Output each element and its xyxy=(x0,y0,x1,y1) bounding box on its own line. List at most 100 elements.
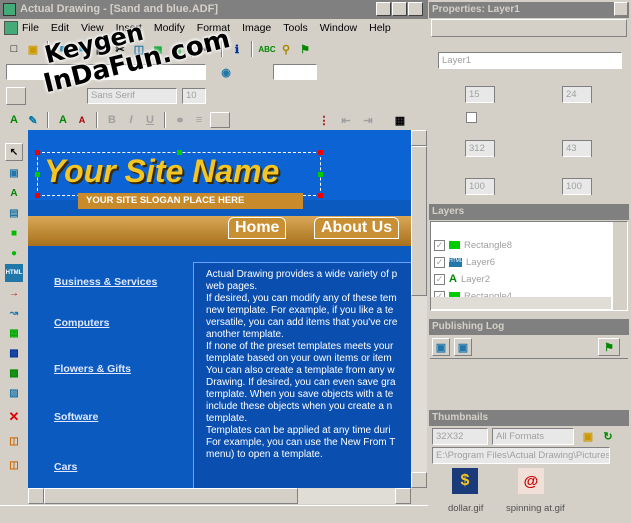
layer-row[interactable]: ✓ HTML Layer6 xyxy=(434,254,495,270)
menu-file[interactable]: File xyxy=(22,22,39,34)
visibility-checkbox[interactable]: ✓ xyxy=(434,239,445,251)
resize-handle[interactable] xyxy=(35,172,40,177)
spellcheck-icon[interactable]: ABC xyxy=(258,41,275,57)
underline-icon[interactable]: U xyxy=(142,112,158,128)
scroll-thumb-h[interactable] xyxy=(44,488,298,504)
menu-image[interactable]: Image xyxy=(242,22,271,34)
height-spinner[interactable] xyxy=(591,140,604,157)
polyline-tool-icon[interactable]: ↝ xyxy=(5,304,23,322)
thumb-format-combo[interactable]: All Formats xyxy=(492,428,574,445)
publish-icon[interactable]: ▣ xyxy=(432,338,450,356)
publish-icon[interactable]: ⚑ xyxy=(297,41,313,57)
link-business[interactable]: Business & Services xyxy=(54,276,157,288)
width-spinner[interactable] xyxy=(494,140,507,157)
layer-row[interactable]: ✓ Rectangle8 xyxy=(434,237,512,253)
thumb-path-field[interactable]: E:\Program Files\Actual Drawing\Pictures xyxy=(432,447,610,464)
menu-window[interactable]: Window xyxy=(320,22,357,34)
shrink-font-icon[interactable]: A xyxy=(74,112,90,128)
link-icon[interactable]: ⚭ xyxy=(172,112,188,128)
resize-handle[interactable] xyxy=(318,172,323,177)
font-icon[interactable] xyxy=(6,87,26,105)
publish-all-icon[interactable]: ▣ xyxy=(454,338,472,356)
indent-icon[interactable]: ⇥ xyxy=(360,112,376,128)
form-tool-icon[interactable]: ▩ xyxy=(5,364,23,382)
menu-edit[interactable]: Edit xyxy=(51,22,69,34)
text-tool-icon[interactable]: A xyxy=(5,184,23,202)
layer-row[interactable]: ✓ A Layer2 xyxy=(434,271,490,287)
nav-tab-about[interactable]: About Us xyxy=(314,217,400,239)
link-software[interactable]: Software xyxy=(54,411,98,423)
delete-tool-icon[interactable]: ✕ xyxy=(5,408,23,426)
color-swatch[interactable] xyxy=(210,112,230,128)
table-icon[interactable]: ▦ xyxy=(392,112,408,128)
spinning-at-thumbnail-icon[interactable]: @ xyxy=(518,468,544,494)
scroll-down-button[interactable] xyxy=(411,472,427,488)
align-icon[interactable]: ≡ xyxy=(191,112,207,128)
size-field[interactable] xyxy=(273,64,317,80)
top-spinner[interactable] xyxy=(591,86,604,103)
resize-handle[interactable] xyxy=(318,150,323,155)
outdent-icon[interactable]: ⇤ xyxy=(338,112,354,128)
layer-name-field[interactable]: Layer1 xyxy=(438,52,622,69)
horizontal-scrollbar[interactable] xyxy=(28,488,411,504)
resize-handle[interactable] xyxy=(318,193,323,198)
new-icon[interactable]: □ xyxy=(6,41,22,57)
scroll-up-button[interactable] xyxy=(411,130,427,146)
minimize-button[interactable] xyxy=(376,2,391,16)
close-button[interactable] xyxy=(408,2,423,16)
link-computers[interactable]: Computers xyxy=(54,317,109,329)
site-slogan[interactable]: YOUR SITE SLOGAN PLACE HERE xyxy=(78,193,303,209)
maximize-button[interactable] xyxy=(392,2,407,16)
link-cars[interactable]: Cars xyxy=(54,461,77,473)
italic-icon[interactable]: I xyxy=(123,112,139,128)
resize-handle[interactable] xyxy=(35,193,40,198)
image-tool-icon[interactable]: ▣ xyxy=(5,164,23,182)
folder-icon[interactable]: ▣ xyxy=(580,428,596,444)
highlight-icon[interactable]: ✎ xyxy=(25,112,41,128)
selection-box[interactable] xyxy=(35,150,323,198)
properties-close-button[interactable] xyxy=(614,2,628,16)
layers-scrollbar[interactable] xyxy=(613,222,627,310)
design-canvas[interactable]: Your Site Name YOUR SITE SLOGAN PLACE HE… xyxy=(28,130,411,488)
vertical-scrollbar[interactable] xyxy=(411,130,427,488)
refresh-icon[interactable]: ↻ xyxy=(600,428,616,444)
thumb-size-combo[interactable]: 32X32 xyxy=(432,428,488,445)
scroll-left-button[interactable] xyxy=(28,488,44,504)
table-tool-icon[interactable]: ▦ xyxy=(5,324,23,342)
bold-icon[interactable]: B xyxy=(104,112,120,128)
scroll-thumb[interactable] xyxy=(411,146,427,296)
html-tool-icon[interactable]: HTML xyxy=(5,264,23,282)
resize-handle[interactable] xyxy=(177,150,182,155)
image-map-tool-icon[interactable]: ▨ xyxy=(5,384,23,402)
visibility-checkbox[interactable]: ✓ xyxy=(434,256,445,268)
grow-font-icon[interactable]: A xyxy=(55,112,71,128)
bullet-list-icon[interactable]: ⋮ xyxy=(316,112,332,128)
clear-log-icon[interactable]: ⚑ xyxy=(598,338,620,356)
ellipse-tool-icon[interactable]: ● xyxy=(5,244,23,262)
media-tool-icon[interactable]: ▩ xyxy=(5,344,23,362)
pointer-tool-icon[interactable]: ↖ xyxy=(5,143,23,161)
opacity-spinner-1[interactable] xyxy=(494,178,507,195)
textbox-tool-icon[interactable]: ▤ xyxy=(5,204,23,222)
left-spinner[interactable] xyxy=(494,86,507,103)
send-back-tool-icon[interactable]: ◫ xyxy=(5,456,23,474)
nav-tab-home[interactable]: Home xyxy=(228,217,287,239)
content-text[interactable]: Actual Drawing provides a wide variety o… xyxy=(193,262,411,488)
bring-front-tool-icon[interactable]: ◫ xyxy=(5,432,23,450)
menu-help[interactable]: Help xyxy=(369,22,391,34)
resize-handle[interactable] xyxy=(35,150,40,155)
link-flowers[interactable]: Flowers & Gifts xyxy=(54,363,131,375)
font-name-field[interactable]: Sans Serif xyxy=(87,88,177,104)
line-tool-icon[interactable]: → xyxy=(5,284,23,302)
properties-checkbox[interactable] xyxy=(466,112,477,123)
visibility-checkbox[interactable]: ✓ xyxy=(434,273,445,285)
preview-icon[interactable]: ⚲ xyxy=(278,41,294,57)
web-icon[interactable]: ◉ xyxy=(218,64,234,80)
text-color-icon[interactable]: A xyxy=(6,112,22,128)
rectangle-tool-icon[interactable]: ■ xyxy=(5,224,23,242)
font-size-field[interactable]: 10 xyxy=(182,88,206,104)
menu-tools[interactable]: Tools xyxy=(283,22,308,34)
dollar-thumbnail-icon[interactable]: $ xyxy=(452,468,478,494)
scroll-right-button[interactable] xyxy=(395,488,411,504)
opacity-spinner-2[interactable] xyxy=(591,178,604,195)
